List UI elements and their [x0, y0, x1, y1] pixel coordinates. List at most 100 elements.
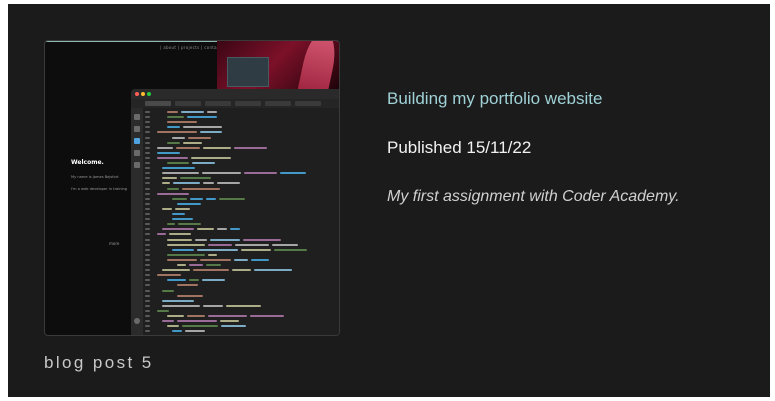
code-line — [167, 315, 184, 317]
code-line — [272, 243, 298, 246]
code-line — [210, 238, 240, 241]
close-dot-icon — [135, 92, 139, 96]
code-line — [167, 253, 205, 256]
code-line — [193, 269, 229, 272]
code-line — [162, 182, 170, 185]
code-line — [177, 284, 198, 287]
code-line — [157, 156, 188, 159]
post-description: My first assignment with Coder Academy. — [387, 188, 680, 205]
editor-tab — [145, 101, 171, 106]
editor-tab — [295, 101, 321, 106]
line-number — [145, 299, 150, 302]
line-number — [145, 320, 150, 323]
code-line — [172, 136, 185, 139]
source-control-icon — [134, 138, 140, 144]
line-number — [145, 136, 150, 139]
line-number — [145, 151, 150, 154]
code-line — [241, 248, 271, 251]
code-line — [157, 233, 166, 236]
line-number — [145, 248, 150, 251]
code-line — [203, 182, 214, 185]
editor-titlebar — [131, 89, 339, 99]
blog-post-card[interactable]: | about | projects | contact | Welcome. … — [8, 4, 770, 397]
code-line — [226, 304, 261, 307]
line-number — [145, 264, 150, 266]
line-number — [145, 253, 150, 256]
line-number — [145, 274, 150, 277]
line-number — [145, 187, 150, 190]
line-number — [145, 146, 150, 149]
code-line — [172, 197, 187, 200]
code-line — [162, 207, 172, 210]
code-line — [202, 279, 225, 282]
code-line — [177, 320, 217, 323]
code-line — [167, 258, 197, 261]
post-title[interactable]: Building my portfolio website — [387, 89, 602, 109]
line-number — [145, 304, 150, 307]
extensions-icon — [134, 162, 140, 168]
line-number — [145, 325, 150, 328]
code-editor-screenshot — [131, 89, 339, 335]
line-number — [145, 213, 150, 215]
code-line — [206, 197, 216, 200]
code-line — [162, 320, 174, 323]
line-number — [145, 258, 150, 261]
code-line — [183, 126, 222, 129]
code-line — [162, 167, 195, 170]
code-line — [234, 146, 267, 149]
line-number — [145, 162, 150, 164]
code-line — [244, 172, 277, 175]
code-line — [190, 197, 203, 200]
line-number — [145, 289, 150, 292]
more-link: more — [109, 241, 120, 246]
code-line — [189, 279, 199, 282]
code-line — [232, 269, 251, 272]
line-number — [145, 223, 150, 226]
wall-photo — [227, 57, 269, 87]
code-line — [254, 269, 292, 272]
code-line — [187, 116, 217, 119]
debug-icon — [134, 150, 140, 156]
code-line — [162, 177, 177, 180]
code-line — [162, 269, 190, 272]
line-number — [145, 309, 150, 312]
search-icon — [134, 126, 140, 132]
code-line — [181, 111, 204, 113]
code-line — [183, 141, 202, 144]
code-line — [157, 192, 189, 195]
line-number — [145, 269, 150, 272]
code-line — [235, 243, 269, 246]
code-line — [203, 146, 231, 149]
activity-bar — [131, 108, 143, 335]
welcome-heading: Welcome. — [71, 159, 104, 166]
code-line — [280, 172, 306, 175]
code-line — [162, 228, 194, 231]
line-number — [145, 156, 150, 159]
code-line — [167, 121, 197, 124]
code-line — [180, 177, 211, 180]
code-line — [167, 187, 179, 190]
code-line — [157, 274, 181, 277]
code-line — [191, 156, 231, 159]
code-line — [177, 264, 186, 266]
editor-tab — [205, 101, 231, 106]
code-line — [167, 141, 180, 144]
line-number — [145, 167, 150, 170]
site-nav: | about | projects | contact | — [160, 45, 225, 50]
post-thumbnail[interactable]: | about | projects | contact | Welcome. … — [44, 40, 340, 336]
code-line — [182, 325, 218, 328]
code-line — [250, 315, 284, 317]
code-line — [167, 325, 179, 328]
code-line — [175, 207, 190, 210]
code-line — [274, 248, 307, 251]
code-line — [172, 218, 193, 221]
line-number — [145, 116, 150, 119]
code-line — [217, 182, 240, 185]
code-line — [206, 264, 221, 266]
line-number — [145, 218, 150, 221]
code-line — [167, 162, 189, 164]
code-line — [200, 258, 231, 261]
files-icon — [134, 114, 140, 120]
welcome-line: My name is James Bejsfort — [71, 175, 119, 179]
code-line — [192, 162, 215, 164]
